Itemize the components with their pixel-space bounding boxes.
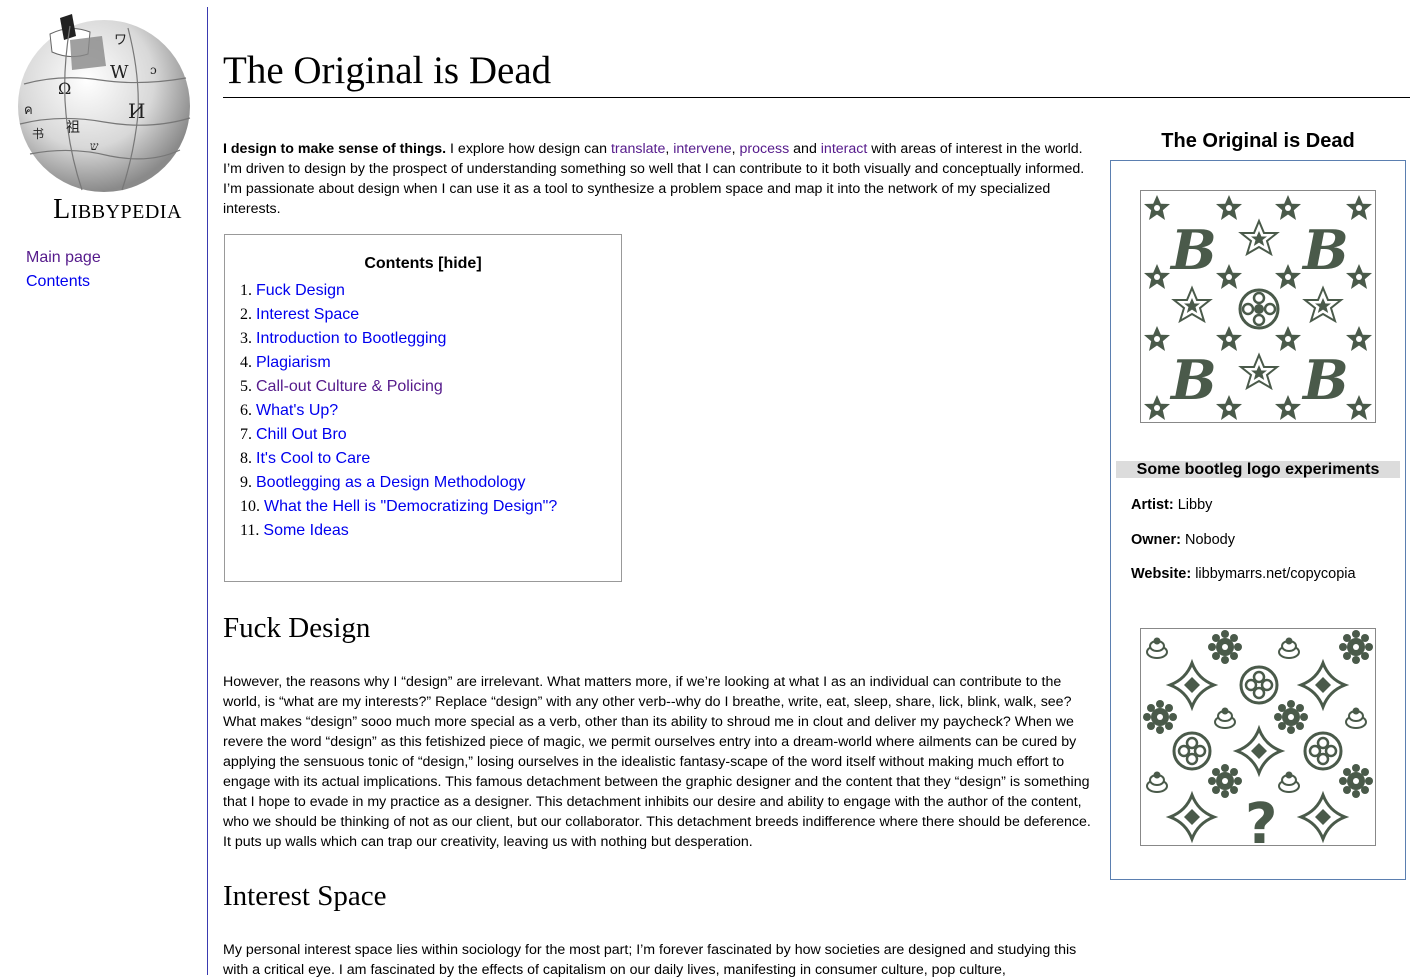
- owner-value: Nobody: [1184, 532, 1235, 548]
- toc-item: 3. Introduction to Bootlegging: [240, 327, 621, 351]
- artist-label: Artist:: [1131, 497, 1174, 513]
- intro-separator: ,: [731, 141, 740, 157]
- svg-text:祖: 祖: [66, 120, 80, 136]
- toc-item-number: 3.: [240, 330, 252, 347]
- section-paragraph-interest-space: My personal interest space lies within s…: [223, 942, 1077, 978]
- website-label: Website:: [1131, 566, 1192, 582]
- toc-hide-toggle[interactable]: [hide]: [438, 255, 482, 272]
- link-process[interactable]: process: [740, 141, 790, 157]
- question-mark-glyph: ?: [1245, 792, 1277, 845]
- site-name: Libbypedia: [53, 194, 182, 225]
- artist-value: Libby: [1177, 497, 1213, 513]
- title-underline: [223, 97, 1410, 98]
- toc-list: 1. Fuck Design 2. Interest Space 3. Introdu…: [225, 279, 621, 543]
- section-heading-interest-space: Interest Space: [223, 880, 387, 912]
- toc-link-whats-up[interactable]: What's Up?: [256, 402, 338, 419]
- monogram-letter: B: [1169, 218, 1217, 282]
- toc-item: 9. Bootlegging as a Design Methodology: [240, 471, 621, 495]
- svg-text:ค: ค: [24, 103, 33, 118]
- infobox-website-row: Website: libbymarrs.net/copycopia: [1131, 565, 1356, 583]
- toc-item-number: 2.: [240, 306, 252, 323]
- toc-link-bootlegging-methodology[interactable]: Bootlegging as a Design Methodology: [256, 474, 526, 491]
- website-value: libbymarrs.net/copycopia: [1195, 566, 1356, 582]
- site-wordmark: Libbypedia: [10, 194, 225, 226]
- toc-item: 10. What the Hell is "Democratizing Desig…: [240, 495, 621, 519]
- svg-text:ש: ש: [90, 139, 99, 153]
- sidebar-divider: [207, 7, 208, 975]
- toc-item-number: 7.: [240, 426, 252, 443]
- link-interact[interactable]: interact: [821, 141, 868, 157]
- infobox: B B B B Some bootleg logo experiments Ar…: [1110, 160, 1406, 880]
- toc-item-number: 4.: [240, 354, 252, 371]
- toc-link-its-cool-to-care[interactable]: It's Cool to Care: [256, 450, 370, 467]
- svg-text:W: W: [110, 62, 129, 83]
- puzzle-globe-icon: W Ω И 祖 ค ワ ש 书 ɔ: [18, 14, 191, 192]
- toc-item: 11. Some Ideas: [240, 519, 621, 543]
- intro-lead: I design to make sense of things.: [223, 141, 447, 157]
- infobox-caption: Some bootleg logo experiments: [1116, 461, 1400, 478]
- toc-item: 4. Plagiarism: [240, 351, 621, 375]
- svg-text:И: И: [128, 99, 145, 123]
- toc-item-number: 6.: [240, 402, 252, 419]
- toc-link-democratizing-design[interactable]: What the Hell is "Democratizing Design"?: [264, 498, 557, 515]
- intro-text: and: [789, 141, 821, 157]
- svg-text:书: 书: [32, 127, 44, 141]
- toc-item-number: 9.: [240, 474, 252, 491]
- toc-item-number: 1.: [240, 282, 252, 299]
- intro-text: I explore how design can: [446, 141, 611, 157]
- toc-link-interest-space[interactable]: Interest Space: [256, 306, 359, 323]
- infobox-title: The Original is Dead: [1161, 130, 1355, 152]
- toc-item-number: 11.: [240, 522, 260, 539]
- section-heading-fuck-design: Fuck Design: [223, 612, 371, 644]
- monogram-pattern-icon: ?: [1143, 630, 1373, 857]
- toc-item: 2. Interest Space: [240, 303, 621, 327]
- toc-item: 8. It's Cool to Care: [240, 447, 621, 471]
- toc-item: 5. Call-out Culture & Policing: [240, 375, 621, 399]
- infobox-artist-row: Artist: Libby: [1131, 496, 1212, 514]
- svg-text:Ω: Ω: [58, 79, 71, 98]
- monogram-letter: B: [1301, 348, 1349, 412]
- monogram-letter: B: [1301, 218, 1349, 282]
- bootleg-logo-image-b-pattern[interactable]: B B B B: [1140, 190, 1376, 423]
- toc-link-call-out-culture[interactable]: Call-out Culture & Policing: [256, 378, 443, 395]
- toc-link-plagiarism[interactable]: Plagiarism: [256, 354, 331, 371]
- toc-item-number: 10.: [240, 498, 260, 515]
- nav-main-page[interactable]: Main page: [26, 246, 101, 270]
- toc-link-introduction-to-bootlegging[interactable]: Introduction to Bootlegging: [256, 330, 446, 347]
- site-logo[interactable]: W Ω И 祖 ค ワ ש 书 ɔ Libbypedia: [10, 14, 198, 226]
- nav-contents[interactable]: Contents: [26, 270, 101, 294]
- toc-title: Contents: [364, 255, 434, 272]
- toc-item-number: 8.: [240, 450, 252, 467]
- section-paragraph-fuck-design: However, the reasons why I “design” are …: [223, 674, 1091, 850]
- table-of-contents: Contents [hide] 1. Fuck Design 2. Interest…: [224, 234, 622, 582]
- toc-link-fuck-design[interactable]: Fuck Design: [256, 282, 345, 299]
- link-intervene[interactable]: intervene: [673, 141, 731, 157]
- bootleg-logo-image-question-pattern[interactable]: ?: [1140, 628, 1376, 857]
- toc-header: Contents [hide]: [225, 254, 621, 274]
- page-title: The Original is Dead: [223, 49, 552, 92]
- owner-label: Owner:: [1131, 532, 1181, 548]
- svg-text:ワ: ワ: [114, 33, 127, 48]
- toc-item: 7. Chill Out Bro: [240, 423, 621, 447]
- monogram-letter: B: [1169, 348, 1217, 412]
- monogram-pattern-icon: B B B B: [1144, 195, 1372, 420]
- toc-link-chill-out-bro[interactable]: Chill Out Bro: [256, 426, 347, 443]
- svg-text:ɔ: ɔ: [150, 63, 157, 77]
- intro-paragraph: I design to make sense of things. I expl…: [223, 139, 1088, 219]
- infobox-owner-row: Owner: Nobody: [1131, 531, 1235, 549]
- sidebar-nav: Main page Contents: [26, 246, 101, 294]
- toc-link-some-ideas[interactable]: Some Ideas: [263, 522, 348, 539]
- link-translate[interactable]: translate: [611, 141, 665, 157]
- toc-item: 6. What's Up?: [240, 399, 621, 423]
- toc-item-number: 5.: [240, 378, 252, 395]
- toc-item: 1. Fuck Design: [240, 279, 621, 303]
